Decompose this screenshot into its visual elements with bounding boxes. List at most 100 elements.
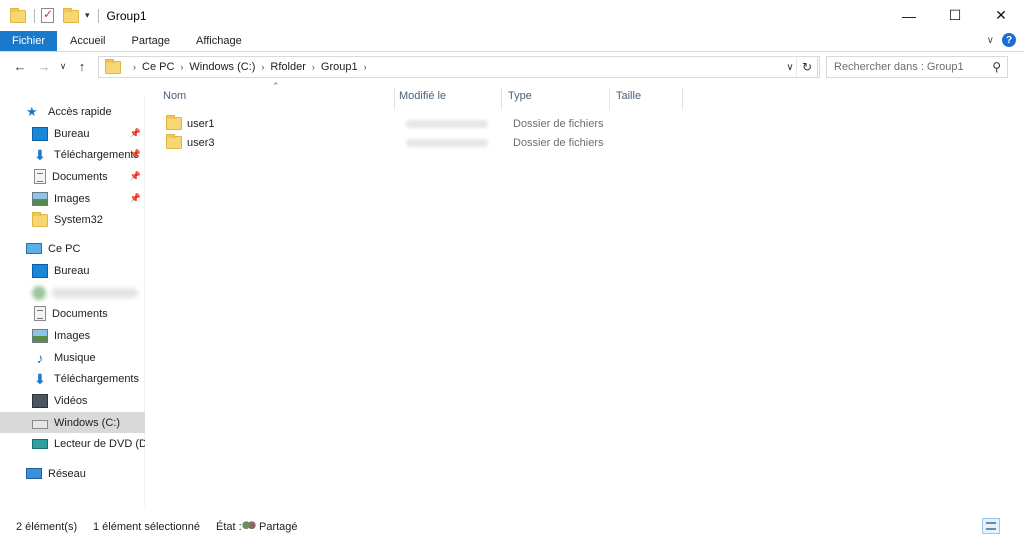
sidebar-item-documents[interactable]: Documents 📌: [0, 166, 145, 187]
recent-locations-icon[interactable]: ∨: [56, 56, 70, 78]
sidebar-item-label: Images: [54, 192, 91, 205]
sidebar-item-pc-pictures[interactable]: Images: [0, 325, 145, 346]
maximize-button[interactable]: ☐: [932, 0, 978, 31]
drive-icon: [32, 420, 48, 429]
file-name: user1: [187, 117, 215, 130]
chevron-right-icon[interactable]: ›: [312, 62, 315, 72]
table-row[interactable]: user1 Dossier de fichiers: [166, 114, 626, 133]
download-icon: ⬇: [34, 370, 46, 387]
details-view-icon[interactable]: [982, 518, 1000, 534]
sidebar-item-label: Lecteur de DVD (D:): [54, 437, 145, 450]
sidebar-item-videos[interactable]: Vidéos: [0, 390, 145, 411]
sidebar-item-pc-desktop[interactable]: Bureau: [0, 260, 145, 281]
back-arrow-icon[interactable]: ←: [8, 56, 32, 78]
sidebar-item-label: System32: [54, 213, 103, 226]
pictures-icon: [32, 191, 48, 206]
expand-ribbon-icon[interactable]: ∨: [987, 35, 994, 46]
column-divider[interactable]: [394, 88, 395, 110]
window-title: Group1: [106, 8, 147, 23]
computer-icon: [26, 243, 42, 254]
search-icon[interactable]: ⚲: [992, 60, 1001, 74]
forward-arrow-icon[interactable]: →: [32, 56, 56, 78]
sidebar-item-desktop[interactable]: Bureau 📌: [0, 123, 145, 144]
star-icon: ★: [26, 103, 38, 119]
refresh-icon[interactable]: ↻: [796, 56, 818, 78]
close-button[interactable]: ✕: [978, 0, 1024, 31]
videos-icon: [32, 393, 48, 408]
tab-file[interactable]: Fichier: [0, 31, 58, 51]
pin-icon[interactable]: 📌: [130, 193, 141, 204]
new-folder-icon[interactable]: [63, 7, 79, 24]
large-icons-view-icon[interactable]: [1002, 518, 1020, 534]
pin-icon[interactable]: 📌: [130, 128, 141, 139]
status-bar: 2 élément(s) 1 élément sélectionné État …: [0, 514, 1024, 536]
address-bar[interactable]: › Ce PC › Windows (C:) › Rfolder › Group…: [98, 56, 820, 78]
sidebar-item-pc-downloads[interactable]: ⬇ Téléchargements: [0, 368, 145, 389]
documents-icon: [34, 306, 46, 321]
minimize-button[interactable]: —: [886, 0, 932, 31]
sidebar-item-this-pc[interactable]: Ce PC: [0, 238, 145, 259]
folder-icon: [32, 211, 48, 227]
sidebar-item-label: Bureau: [54, 127, 90, 140]
file-type: Dossier de fichiers: [513, 117, 604, 130]
breadcrumb-rfolder[interactable]: Rfolder: [270, 61, 305, 73]
sidebar-item-redacted[interactable]: [0, 282, 145, 303]
column-header-type[interactable]: Type: [508, 82, 532, 110]
network-icon: [26, 468, 42, 479]
chevron-right-icon[interactable]: ›: [364, 62, 367, 72]
sidebar-item-music[interactable]: ♪ Musique: [0, 347, 145, 368]
sidebar-item-network[interactable]: Réseau: [0, 463, 145, 484]
state-label: État :: [216, 521, 242, 533]
folder-icon[interactable]: [10, 7, 26, 24]
search-box[interactable]: ⚲: [826, 56, 1008, 78]
pin-icon[interactable]: 📌: [130, 171, 141, 182]
chevron-right-icon[interactable]: ›: [133, 62, 136, 72]
ribbon-right: ∨ ?: [987, 33, 1016, 47]
sidebar-item-system32[interactable]: System32: [0, 209, 145, 230]
sidebar-item-label: Documents: [52, 170, 108, 183]
tab-home[interactable]: Accueil: [57, 31, 118, 51]
file-list: ⌃ Nom Modifié le Type Taille user1 Dossi…: [146, 81, 1024, 502]
breadcrumb-this-pc[interactable]: Ce PC: [142, 61, 174, 73]
sidebar-item-label: Téléchargements: [54, 372, 139, 385]
sidebar-item-label: Bureau: [54, 264, 90, 277]
column-divider[interactable]: [682, 88, 683, 110]
sidebar-item-dvd-drive[interactable]: Lecteur de DVD (D:): [0, 433, 145, 454]
file-type: Dossier de fichiers: [513, 136, 604, 149]
chevron-right-icon[interactable]: ›: [261, 62, 264, 72]
customize-toolbar-icon[interactable]: ▾: [85, 10, 90, 21]
tab-share[interactable]: Partage: [118, 31, 183, 51]
address-dropdown-icon[interactable]: ∨: [783, 57, 797, 77]
sidebar-item-windows-c[interactable]: Windows (C:): [0, 412, 145, 433]
sidebar-item-quick-access[interactable]: ★ Accès rapide: [0, 101, 145, 122]
column-header-name[interactable]: Nom: [163, 82, 186, 110]
up-arrow-icon[interactable]: ↑: [70, 56, 94, 78]
tab-view[interactable]: Affichage: [183, 31, 255, 51]
table-row[interactable]: user3 Dossier de fichiers: [166, 133, 626, 152]
pin-icon[interactable]: 📌: [130, 149, 141, 160]
column-divider[interactable]: [501, 88, 502, 110]
navigation-pane: ★ Accès rapide Bureau 📌 ⬇ Téléchargement…: [0, 96, 145, 506]
navigation-row: ← → ∨ ↑ › Ce PC › Windows (C:) › Rfolder…: [0, 52, 1024, 81]
help-icon[interactable]: ?: [1002, 33, 1016, 47]
properties-icon[interactable]: [41, 7, 57, 24]
state-value: Partagé: [259, 521, 298, 533]
sidebar-item-downloads[interactable]: ⬇ Téléchargements 📌: [0, 144, 145, 165]
redacted-label: [52, 287, 138, 298]
breadcrumb-windows-c[interactable]: Windows (C:): [189, 61, 255, 73]
sort-ascending-icon: ⌃: [272, 81, 280, 91]
quick-access-toolbar: ▾ Group1: [0, 0, 147, 31]
sidebar-item-label: Images: [54, 329, 91, 342]
folder-icon: [166, 134, 182, 149]
column-divider[interactable]: [609, 88, 610, 110]
column-header-size[interactable]: Taille: [616, 82, 641, 110]
title-bar: ▾ Group1 — ☐ ✕: [0, 0, 1024, 31]
chevron-right-icon[interactable]: ›: [180, 62, 183, 72]
column-header-modified[interactable]: Modifié le: [399, 82, 446, 110]
selection-count: 1 élément sélectionné: [93, 521, 201, 533]
search-input[interactable]: [834, 61, 984, 73]
sidebar-item-pictures[interactable]: Images 📌: [0, 188, 145, 209]
breadcrumb-group1[interactable]: Group1: [321, 61, 358, 73]
item-count: 2 élément(s): [16, 521, 78, 533]
sidebar-item-pc-documents[interactable]: Documents: [0, 303, 145, 324]
